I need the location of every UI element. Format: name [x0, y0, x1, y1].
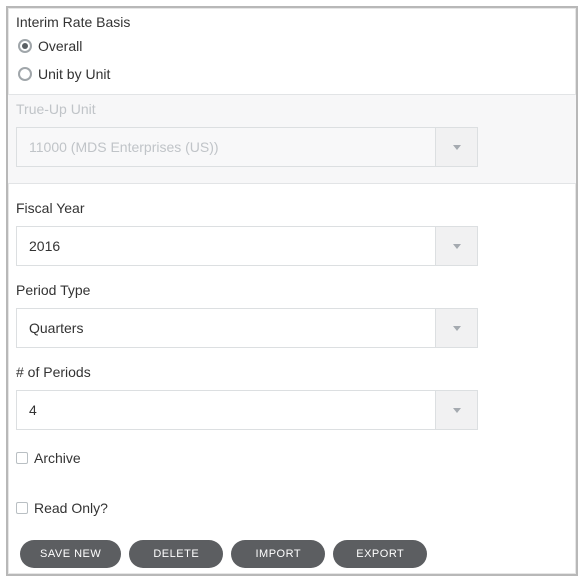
radio-unit-by-unit[interactable]: Unit by Unit	[18, 66, 568, 82]
num-periods-select[interactable]: 4	[16, 390, 478, 430]
period-type-label: Period Type	[16, 282, 568, 298]
radio-overall[interactable]: Overall	[18, 38, 568, 54]
period-type-select[interactable]: Quarters	[16, 308, 478, 348]
dropdown-button	[435, 128, 477, 166]
caret-down-icon	[453, 244, 461, 249]
period-type-value: Quarters	[17, 309, 435, 347]
dropdown-button[interactable]	[435, 227, 477, 265]
trueup-unit-label: True-Up Unit	[16, 101, 568, 117]
readonly-checkbox-row[interactable]: Read Only?	[8, 488, 576, 516]
radio-label: Unit by Unit	[38, 66, 110, 82]
fiscal-year-value: 2016	[17, 227, 435, 265]
save-new-button[interactable]: SAVE NEW	[20, 540, 121, 568]
rate-basis-group-label: Interim Rate Basis	[16, 14, 568, 30]
trueup-section: True-Up Unit 11000 (MDS Enterprises (US)…	[8, 95, 576, 183]
archive-checkbox-row[interactable]: Archive	[8, 438, 576, 466]
checkbox-icon	[16, 452, 28, 464]
export-button[interactable]: EXPORT	[333, 540, 427, 568]
dropdown-button[interactable]	[435, 391, 477, 429]
action-bar: SAVE NEW DELETE IMPORT EXPORT	[8, 516, 576, 568]
archive-label: Archive	[34, 450, 81, 466]
num-periods-value: 4	[17, 391, 435, 429]
radio-icon	[18, 67, 32, 81]
caret-down-icon	[453, 326, 461, 331]
num-periods-label: # of Periods	[16, 364, 568, 380]
caret-down-icon	[453, 408, 461, 413]
delete-button[interactable]: DELETE	[129, 540, 223, 568]
fiscal-year-select[interactable]: 2016	[16, 226, 478, 266]
radio-icon	[18, 39, 32, 53]
caret-down-icon	[453, 145, 461, 150]
form-panel: Interim Rate Basis Overall Unit by Unit …	[6, 6, 578, 576]
dropdown-button[interactable]	[435, 309, 477, 347]
import-button[interactable]: IMPORT	[231, 540, 325, 568]
checkbox-icon	[16, 502, 28, 514]
trueup-unit-select: 11000 (MDS Enterprises (US))	[16, 127, 478, 167]
readonly-label: Read Only?	[34, 500, 108, 516]
trueup-unit-value: 11000 (MDS Enterprises (US))	[17, 128, 435, 166]
fiscal-year-label: Fiscal Year	[16, 200, 568, 216]
radio-label: Overall	[38, 38, 82, 54]
